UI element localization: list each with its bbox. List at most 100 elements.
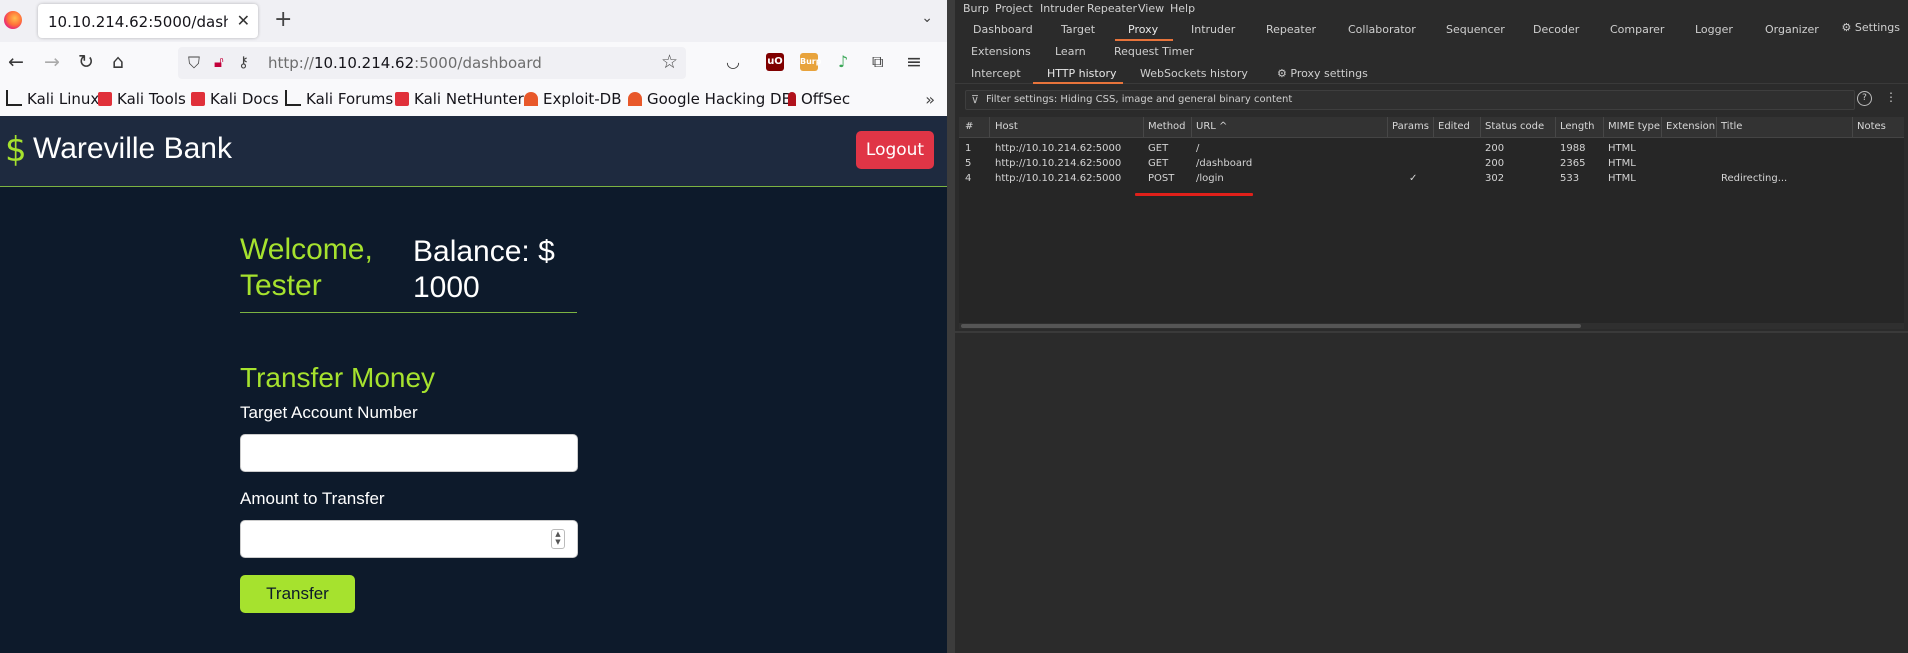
pocket-icon[interactable]: ◡ <box>726 51 740 73</box>
col-number[interactable]: # <box>965 121 973 132</box>
tab-request-timer[interactable]: Request Timer <box>1114 45 1194 58</box>
amount-label: Amount to Transfer <box>240 489 385 508</box>
music-note-icon[interactable]: ♪ <box>838 51 848 73</box>
col-extension[interactable]: Extension <box>1666 121 1715 132</box>
column-separator[interactable] <box>1555 117 1556 137</box>
forward-icon[interactable]: → <box>44 51 60 73</box>
column-separator[interactable] <box>1387 117 1388 137</box>
subtab-http-history[interactable]: HTTP history <box>1047 67 1116 80</box>
dollar-logo-icon: $ <box>5 130 27 170</box>
tab-target[interactable]: Target <box>1061 23 1095 36</box>
col-edited[interactable]: Edited <box>1438 121 1470 132</box>
browser-tab[interactable]: 10.10.214.62:5000/dashboard ✕ <box>38 4 258 38</box>
tab-proxy[interactable]: Proxy <box>1128 23 1158 36</box>
close-tab-icon[interactable]: ✕ <box>237 11 250 30</box>
amount-input[interactable]: ▲ ▼ <box>240 520 578 558</box>
column-separator[interactable] <box>1716 117 1717 137</box>
bookmark-kali-docs[interactable]: Kali Docs <box>191 90 279 108</box>
col-title[interactable]: Title <box>1721 121 1742 132</box>
column-separator[interactable] <box>989 117 990 137</box>
menu-view[interactable]: View <box>1138 2 1164 15</box>
horizontal-scrollbar[interactable] <box>959 323 1904 329</box>
bookmark-exploit-db[interactable]: Exploit-DB <box>524 90 622 108</box>
home-icon[interactable]: ⌂ <box>112 51 124 73</box>
shield-icon[interactable]: ⛉ <box>188 53 200 73</box>
tab-sequencer[interactable]: Sequencer <box>1446 23 1505 36</box>
window-divider[interactable] <box>947 0 955 653</box>
col-status-code[interactable]: Status code <box>1485 121 1544 132</box>
menu-help[interactable]: Help <box>1170 2 1195 15</box>
extensions-icon[interactable]: ⧉ <box>872 51 883 73</box>
scrollbar-thumb[interactable] <box>961 324 1581 328</box>
column-separator[interactable] <box>1603 117 1604 137</box>
table-header: # Host Method URL ^ Params Edited Status… <box>959 117 1904 138</box>
menu-intruder[interactable]: Intruder <box>1040 2 1084 15</box>
tab-learn[interactable]: Learn <box>1055 45 1086 58</box>
tab-collaborator[interactable]: Collaborator <box>1348 23 1416 36</box>
bookmark-kali-tools[interactable]: Kali Tools <box>98 90 186 108</box>
tab-intruder[interactable]: Intruder <box>1191 23 1235 36</box>
col-method[interactable]: Method <box>1148 121 1186 132</box>
menu-burp[interactable]: Burp <box>963 2 989 15</box>
bookmark-offsec[interactable]: OffSec <box>788 90 850 108</box>
help-icon[interactable]: ? <box>1857 91 1872 106</box>
proxy-settings-button[interactable]: ⚙ Proxy settings <box>1277 67 1368 80</box>
bookmark-kali-nethunter[interactable]: Kali NetHunter <box>395 90 524 108</box>
bookmark-google-hacking-db[interactable]: Google Hacking DB <box>628 90 792 108</box>
col-mime-type[interactable]: MIME type <box>1608 121 1660 132</box>
chevron-down-icon[interactable]: ⌄ <box>921 10 933 26</box>
url-bar[interactable]: ⛉ 🔓︎ ⚷ http://10.10.214.62:5000/dashboar… <box>178 47 686 79</box>
bookmark-kali-linux[interactable]: Kali Linux <box>6 90 99 108</box>
table-row[interactable]: 1 http://10.10.214.62:5000 GET / 200 198… <box>959 141 1904 156</box>
more-options-icon[interactable]: ⋮ <box>1885 90 1897 104</box>
url-text[interactable]: http://10.10.214.62:5000/dashboard <box>268 54 542 72</box>
menu-repeater[interactable]: Repeater <box>1087 2 1137 15</box>
tab-repeater[interactable]: Repeater <box>1266 23 1316 36</box>
menu-icon[interactable]: ≡ <box>906 51 922 73</box>
col-host[interactable]: Host <box>995 121 1018 132</box>
firefox-icon[interactable] <box>4 11 22 29</box>
col-notes[interactable]: Notes <box>1857 121 1886 132</box>
settings-button[interactable]: ⚙ Settings <box>1842 21 1901 34</box>
subtab-websockets-history[interactable]: WebSockets history <box>1140 67 1248 80</box>
highlight-underline <box>1135 193 1253 196</box>
insecure-lock-icon[interactable]: 🔓︎ <box>214 53 224 71</box>
column-separator[interactable] <box>1433 117 1434 137</box>
col-params[interactable]: Params <box>1392 121 1429 132</box>
column-separator[interactable] <box>1661 117 1662 137</box>
tab-logger[interactable]: Logger <box>1695 23 1733 36</box>
new-tab-icon[interactable]: + <box>274 8 292 32</box>
col-url[interactable]: URL ^ <box>1196 121 1227 132</box>
column-separator[interactable] <box>1191 117 1192 137</box>
column-separator[interactable] <box>1143 117 1144 137</box>
site-brand[interactable]: Wareville Bank <box>33 132 232 166</box>
filter-bar[interactable]: ⊽ Filter settings: Hiding CSS, image and… <box>965 90 1855 110</box>
tab-dashboard[interactable]: Dashboard <box>973 23 1033 36</box>
tab-organizer[interactable]: Organizer <box>1765 23 1819 36</box>
cell-status: 200 <box>1485 143 1505 154</box>
target-account-input[interactable] <box>240 434 578 472</box>
number-spinner-icon[interactable]: ▲ ▼ <box>551 529 565 549</box>
table-row[interactable]: 4 http://10.10.214.62:5000 POST /login ✓… <box>959 171 1904 186</box>
transfer-button[interactable]: Transfer <box>240 575 355 613</box>
back-icon[interactable]: ← <box>8 51 24 73</box>
reload-icon[interactable]: ↻ <box>78 51 94 73</box>
more-bookmarks-icon[interactable]: » <box>925 90 935 109</box>
tab-comparer[interactable]: Comparer <box>1610 23 1664 36</box>
bookmark-kali-forums[interactable]: Kali Forums <box>285 90 393 108</box>
menu-project[interactable]: Project <box>995 2 1033 15</box>
bookmark-star-icon[interactable]: ☆ <box>661 51 678 73</box>
column-separator[interactable] <box>1852 117 1853 137</box>
tab-decoder[interactable]: Decoder <box>1533 23 1579 36</box>
foxyproxy-burp-icon[interactable]: Burp <box>800 53 821 71</box>
tab-extensions[interactable]: Extensions <box>971 45 1031 58</box>
key-icon[interactable]: ⚷ <box>238 53 249 71</box>
ublock-icon[interactable]: uO <box>766 53 784 71</box>
subtab-intercept[interactable]: Intercept <box>971 67 1021 80</box>
column-separator[interactable] <box>1480 117 1481 137</box>
table-row[interactable]: 5 http://10.10.214.62:5000 GET /dashboar… <box>959 156 1904 171</box>
col-length[interactable]: Length <box>1560 121 1595 132</box>
kali-tools-icon <box>98 92 112 106</box>
logout-button[interactable]: Logout <box>856 131 934 169</box>
cell-method: GET <box>1148 158 1169 169</box>
